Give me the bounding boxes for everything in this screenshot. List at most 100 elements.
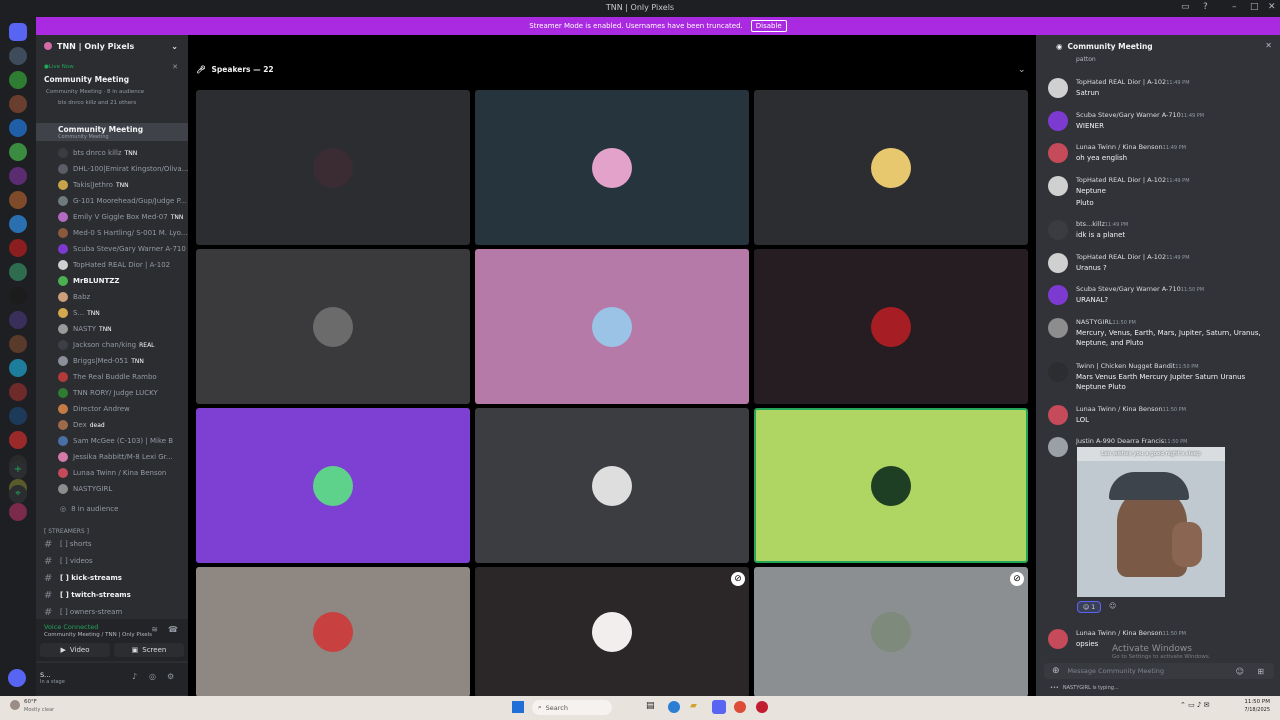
noise-icon[interactable]: ≋ — [151, 625, 158, 634]
stage-member[interactable]: NASTYGIRL — [36, 481, 188, 497]
message-author[interactable]: NASTYGIRL11:50 PM — [1076, 318, 1276, 326]
video-button[interactable]: ▶ Video — [40, 643, 110, 657]
stage-member[interactable]: G-101 Moorehead/Gup/Judge P... — [36, 193, 188, 209]
help-icon[interactable]: ? — [1203, 2, 1208, 12]
speaker-tile[interactable] — [754, 408, 1028, 563]
avatar[interactable] — [1048, 362, 1068, 382]
task-view-icon[interactable]: ▤ — [646, 701, 655, 711]
add-attachment-icon[interactable]: ⊕ — [1052, 666, 1060, 676]
speaker-tile[interactable]: ⊘ — [754, 567, 1028, 697]
user-name[interactable]: S... — [40, 671, 50, 679]
speaker-tile[interactable] — [475, 249, 749, 404]
start-button[interactable] — [512, 701, 524, 713]
inbox-icon[interactable]: ▭ — [1181, 2, 1190, 12]
headphones-icon[interactable]: ◎ — [149, 672, 156, 681]
chevron-down-icon[interactable]: ⌄ — [1018, 65, 1026, 75]
stage-member[interactable]: Lunaa Twinn / Kina Benson — [36, 465, 188, 481]
audience-count[interactable]: ◎ 8 in audience — [36, 501, 188, 517]
app-icon[interactable] — [756, 701, 768, 713]
stage-member[interactable]: S... TNN — [36, 305, 188, 321]
event-title[interactable]: Community Meeting — [36, 73, 188, 85]
stage-channel[interactable]: Community Meeting Community Meeting — [36, 123, 188, 141]
message-author[interactable]: Scuba Steve/Gary Warner A-71011:49 PM — [1076, 111, 1276, 119]
avatar[interactable] — [1048, 285, 1068, 305]
message-author[interactable]: TopHated REAL Dior | A-10211:49 PM — [1076, 253, 1276, 261]
close-icon[interactable]: ✕ — [172, 63, 178, 71]
server-icon[interactable] — [9, 215, 27, 233]
avatar[interactable] — [1048, 253, 1068, 273]
server-icon[interactable] — [9, 359, 27, 377]
stage-member[interactable]: NASTY TNN — [36, 321, 188, 337]
avatar[interactable] — [1048, 220, 1068, 240]
add-reaction-icon[interactable]: ☺ — [1109, 602, 1116, 610]
add-server-icon[interactable]: + — [9, 461, 27, 479]
stage-member[interactable]: Takis|Jethro TNN — [36, 177, 188, 193]
stage-member[interactable]: Dex dead — [36, 417, 188, 433]
channel-item[interactable]: # [ ] twitch-streams — [36, 587, 188, 603]
tray-icons[interactable]: ⌃ ▭ ♪ ✉ — [1180, 701, 1210, 709]
avatar[interactable] — [1048, 318, 1068, 338]
message-author[interactable]: Lunaa Twinn / Kina Benson11:49 PM — [1076, 143, 1276, 151]
stage-member[interactable]: Briggs|Med-051 TNN — [36, 353, 188, 369]
server-icon[interactable] — [9, 383, 27, 401]
emoji-icon[interactable]: ⊞ — [1257, 667, 1264, 676]
taskbar-date[interactable]: 7/18/2025 — [1236, 707, 1270, 713]
message-author[interactable]: Justin A-990 Dearra Francis11:50 PM — [1076, 437, 1276, 445]
server-header[interactable]: TNN | Only Pixels ⌄ — [36, 39, 188, 53]
server-icon[interactable] — [9, 407, 27, 425]
server-icon[interactable] — [9, 167, 27, 185]
message-author[interactable]: bts...killz11:49 PM — [1076, 220, 1276, 228]
close-chat-icon[interactable]: ✕ — [1265, 41, 1272, 50]
discover-icon[interactable]: ⌖ — [9, 485, 27, 503]
gift-icon[interactable]: ☺ — [1236, 667, 1244, 676]
disable-streamer-mode-button[interactable]: Disable — [750, 20, 787, 32]
speaker-tile[interactable] — [475, 408, 749, 563]
taskbar-search[interactable]: ⌕ Search — [532, 700, 612, 715]
speaker-tile[interactable] — [196, 90, 470, 245]
speaker-tile[interactable] — [754, 249, 1028, 404]
stage-member[interactable]: Emily V Giggle Box Med-07 TNN — [36, 209, 188, 225]
speaker-tile[interactable] — [196, 408, 470, 563]
discord-icon[interactable] — [712, 700, 726, 714]
reaction-pill[interactable]: ☺ 1 — [1077, 601, 1101, 613]
server-icon[interactable] — [9, 191, 27, 209]
server-icon[interactable] — [9, 119, 27, 137]
server-icon[interactable] — [9, 95, 27, 113]
stage-member[interactable]: Babz — [36, 289, 188, 305]
server-icon[interactable] — [9, 431, 27, 449]
channel-item[interactable]: # [ ] owners-stream — [36, 604, 188, 620]
stage-member[interactable]: Jackson chan/king REAL — [36, 337, 188, 353]
server-icon[interactable] — [9, 287, 27, 305]
server-icon[interactable] — [9, 335, 27, 353]
edge-icon[interactable] — [668, 701, 680, 713]
avatar[interactable] — [1048, 629, 1068, 649]
server-icon[interactable] — [9, 311, 27, 329]
message-author[interactable]: Twinn | Chicken Nugget Bandit11:50 PM — [1076, 362, 1276, 370]
screen-share-button[interactable]: ▣ Screen — [114, 643, 184, 657]
avatar[interactable] — [1048, 437, 1068, 457]
speaker-tile[interactable] — [196, 567, 470, 697]
stage-member[interactable]: MrBLUNTZZ — [36, 273, 188, 289]
message-author[interactable]: Scuba Steve/Gary Warner A-71011:50 PM — [1076, 285, 1276, 293]
server-icon[interactable] — [9, 143, 27, 161]
avatar[interactable] — [1048, 111, 1068, 131]
speaker-tile[interactable] — [196, 249, 470, 404]
minimize-icon[interactable]: – — [1232, 2, 1237, 12]
stage-member[interactable]: TNN RORY/ Judge LUCKY — [36, 385, 188, 401]
avatar[interactable] — [1048, 143, 1068, 163]
message-input[interactable]: ⊕ Message Community Meeting ☺ ⊞ — [1044, 663, 1274, 679]
message-author[interactable]: Lunaa Twinn / Kina Benson11:50 PM — [1076, 629, 1276, 637]
stage-member[interactable]: Director Andrew — [36, 401, 188, 417]
weather-icon[interactable] — [10, 700, 20, 710]
stage-member[interactable]: TopHated REAL Dior | A-102 — [36, 257, 188, 273]
message-author[interactable]: TopHated REAL Dior | A-10211:49 PM — [1076, 78, 1276, 86]
speaker-tile[interactable]: ⊘ — [475, 567, 749, 697]
microphone-icon[interactable]: ♪ — [132, 672, 137, 681]
stage-member[interactable]: Jessika Rabbitt/M-8 Lexi Gr... — [36, 449, 188, 465]
channel-item[interactable]: # [ ] videos — [36, 553, 188, 569]
server-icon[interactable] — [9, 47, 27, 65]
channel-item[interactable]: # [ ] kick-streams — [36, 570, 188, 586]
server-icon[interactable] — [9, 503, 27, 521]
message-author[interactable]: TopHated REAL Dior | A-10211:49 PM — [1076, 176, 1276, 184]
avatar[interactable] — [1048, 176, 1068, 196]
